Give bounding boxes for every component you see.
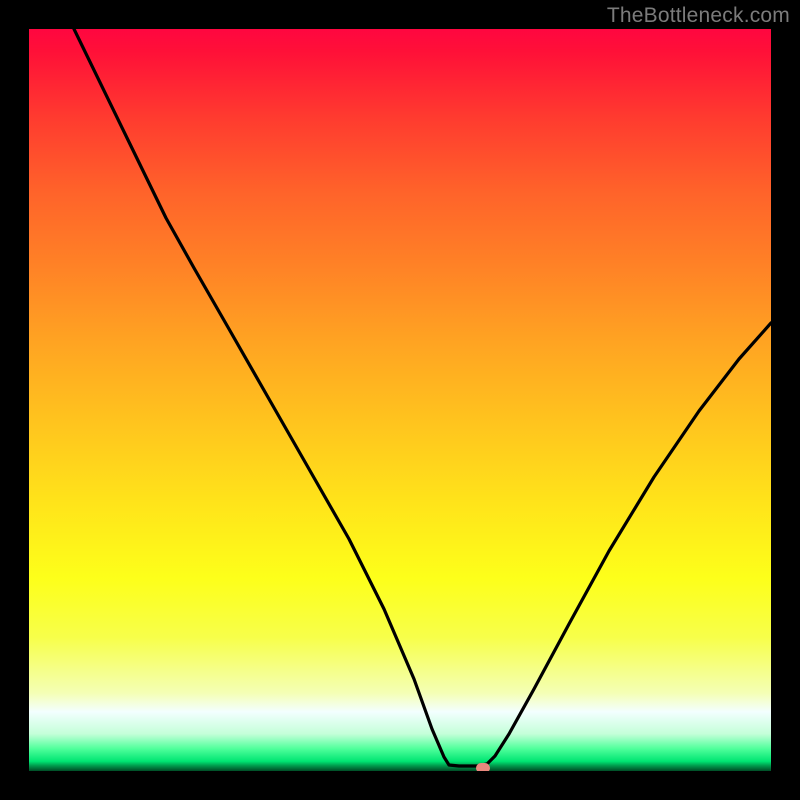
bottleneck-curve <box>29 29 771 771</box>
plot-area <box>29 29 771 771</box>
chart-frame: TheBottleneck.com <box>0 0 800 800</box>
watermark-label: TheBottleneck.com <box>607 4 790 28</box>
optimum-marker <box>476 763 490 771</box>
curve-line <box>74 29 771 766</box>
